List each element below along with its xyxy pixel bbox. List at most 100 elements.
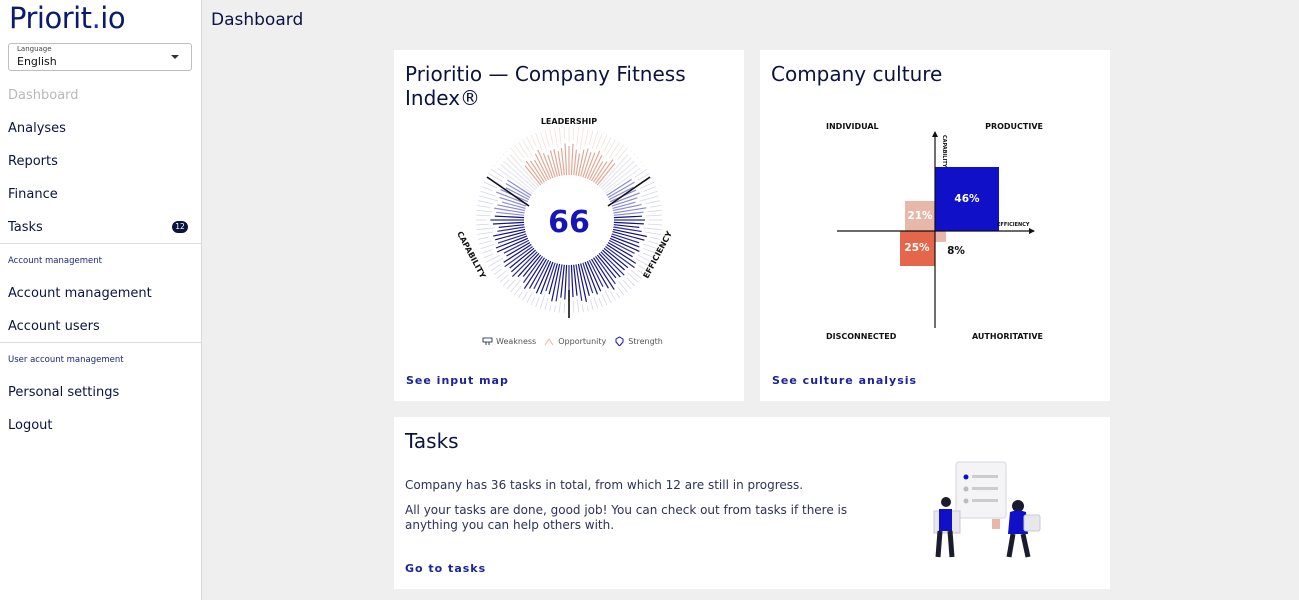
radial-ray-outer	[643, 227, 662, 231]
radial-ray-outer	[522, 291, 528, 301]
radial-ray-outer	[572, 127, 575, 140]
see-input-map-link[interactable]: See input map	[406, 374, 509, 387]
sidebar-item-analyses[interactable]: Analyses	[8, 121, 66, 136]
legend-strength: Strength	[614, 336, 663, 346]
person-icon	[1012, 500, 1024, 512]
radial-ray	[492, 221, 525, 225]
authoritative-square	[935, 231, 946, 242]
radial-ray	[570, 143, 574, 176]
radial-ray-outer	[477, 200, 494, 205]
go-to-tasks-link[interactable]: Go to tasks	[405, 562, 486, 575]
radial-ray-outer	[617, 286, 625, 296]
language-select[interactable]: Language English	[8, 43, 192, 71]
radial-ray-outer	[572, 301, 575, 313]
radial-ray-outer	[601, 294, 608, 306]
sidebar-item-reports[interactable]: Reports	[8, 154, 58, 169]
radial-ray-outer	[586, 305, 589, 312]
tasks-status: All your tasks are done, good job! You c…	[405, 503, 848, 532]
logo-text-end: io	[100, 1, 126, 35]
radial-ray-outer	[582, 304, 584, 312]
strength-icon	[615, 336, 624, 346]
fitness-score: 66	[548, 205, 590, 240]
legend-opportunity-label: Opportunity	[558, 336, 607, 346]
weakness-icon	[482, 337, 493, 345]
radial-ray-outer	[650, 205, 661, 208]
culture-quadrant-chart: INDIVIDUAL PRODUCTIVE DISCONNECTED AUTHO…	[826, 122, 1043, 341]
radial-ray	[564, 264, 568, 300]
radial-ray-outer	[650, 237, 661, 240]
radial-ray-outer	[591, 131, 599, 149]
radial-ray-outer	[639, 195, 659, 202]
radial-ray-outer	[482, 249, 493, 254]
legend-opportunity: Opportunity	[544, 337, 606, 346]
radial-ray-outer	[645, 214, 662, 217]
value-disconnected: 25%	[904, 242, 930, 254]
radial-ray-outer	[517, 291, 523, 299]
fitness-radial-chart: LEADERSHIP CAPABILITY EFFICIENCY 66	[455, 117, 674, 318]
sidebar-item-logout[interactable]: Logout	[8, 418, 53, 433]
radial-ray-outer	[493, 268, 502, 276]
radial-ray-outer	[577, 299, 580, 313]
radial-ray-outer	[482, 186, 493, 191]
radial-ray-outer	[513, 285, 522, 296]
sidebar-item-dashboard[interactable]: Dashboard	[8, 88, 79, 103]
radial-ray-outer	[530, 134, 537, 147]
tasks-count-badge: 12	[172, 221, 188, 233]
tasks-card: Tasks Company has 36 tasks in total, fro…	[394, 417, 1110, 589]
sidebar-item-account-management[interactable]: Account management	[8, 286, 152, 301]
sidebar-item-account-users[interactable]: Account users	[8, 319, 100, 334]
radial-ray-outer	[590, 299, 594, 310]
radial-ray-outer	[513, 144, 525, 158]
radial-ray-outer	[617, 147, 628, 161]
fitness-index-card: Prioritio — Company Fitness Index® LEADE…	[394, 50, 744, 401]
radial-ray-outer	[604, 139, 616, 159]
radial-ray-outer	[554, 305, 556, 312]
legend-weakness: Weakness	[482, 337, 536, 346]
radial-ray	[498, 224, 525, 228]
radial-ray-outer	[488, 257, 504, 267]
radial-ray-outer	[549, 128, 554, 146]
radial-ray-outer	[480, 243, 495, 250]
radial-ray-outer	[502, 153, 505, 156]
quadrant-productive: PRODUCTIVE	[985, 122, 1043, 131]
radial-ray-outer	[526, 292, 533, 304]
radial-ray-outer	[496, 161, 498, 163]
language-label: Language	[17, 45, 52, 53]
logo[interactable]: Priorit.io	[9, 1, 126, 35]
radial-ray-outer	[588, 130, 594, 145]
radial-ray-outer	[535, 297, 540, 307]
radial-ray-outer	[535, 133, 543, 150]
radial-ray-outer	[563, 127, 566, 140]
radial-ray-outer	[499, 274, 509, 283]
quadrant-authoritative: AUTHORITATIVE	[972, 332, 1043, 341]
value-productive: 46%	[954, 193, 980, 205]
radial-ray-outer	[645, 200, 661, 205]
radial-ray	[613, 221, 644, 225]
person-icon	[941, 497, 951, 507]
radial-ray-outer	[510, 147, 523, 163]
sidebar-item-finance[interactable]: Finance	[8, 187, 58, 202]
radial-ray-outer	[558, 301, 561, 313]
radial-ray-outer	[490, 264, 501, 272]
radial-ray	[564, 143, 568, 176]
radial-ray-outer	[601, 134, 608, 148]
radial-ray-outer	[627, 272, 639, 283]
radial-ray-outer	[477, 236, 490, 240]
legend-weakness-label: Weakness	[496, 336, 537, 346]
sidebar-item-tasks[interactable]: Tasks	[8, 220, 43, 235]
culture-card-title: Company culture	[771, 62, 943, 86]
radial-ray-outer	[544, 297, 549, 310]
label-leadership: LEADERSHIP	[541, 117, 597, 126]
fitness-card-title: Prioritio — Company Fitness Index®	[405, 62, 686, 110]
company-culture-card: Company culture INDIVIDUAL PRODUCTIVE DI…	[760, 50, 1110, 401]
see-culture-analysis-link[interactable]: See culture analysis	[772, 374, 917, 387]
radial-ray-outer	[522, 139, 533, 157]
radial-ray	[613, 215, 643, 219]
axis-capability: CAPABILITY	[941, 135, 947, 168]
opportunity-icon	[544, 337, 554, 345]
radial-ray-outer	[476, 209, 493, 213]
radial-ray-outer	[493, 164, 495, 167]
radial-ray-outer	[483, 253, 494, 259]
radial-ray	[613, 224, 640, 228]
sidebar-item-personal-settings[interactable]: Personal settings	[8, 385, 119, 400]
